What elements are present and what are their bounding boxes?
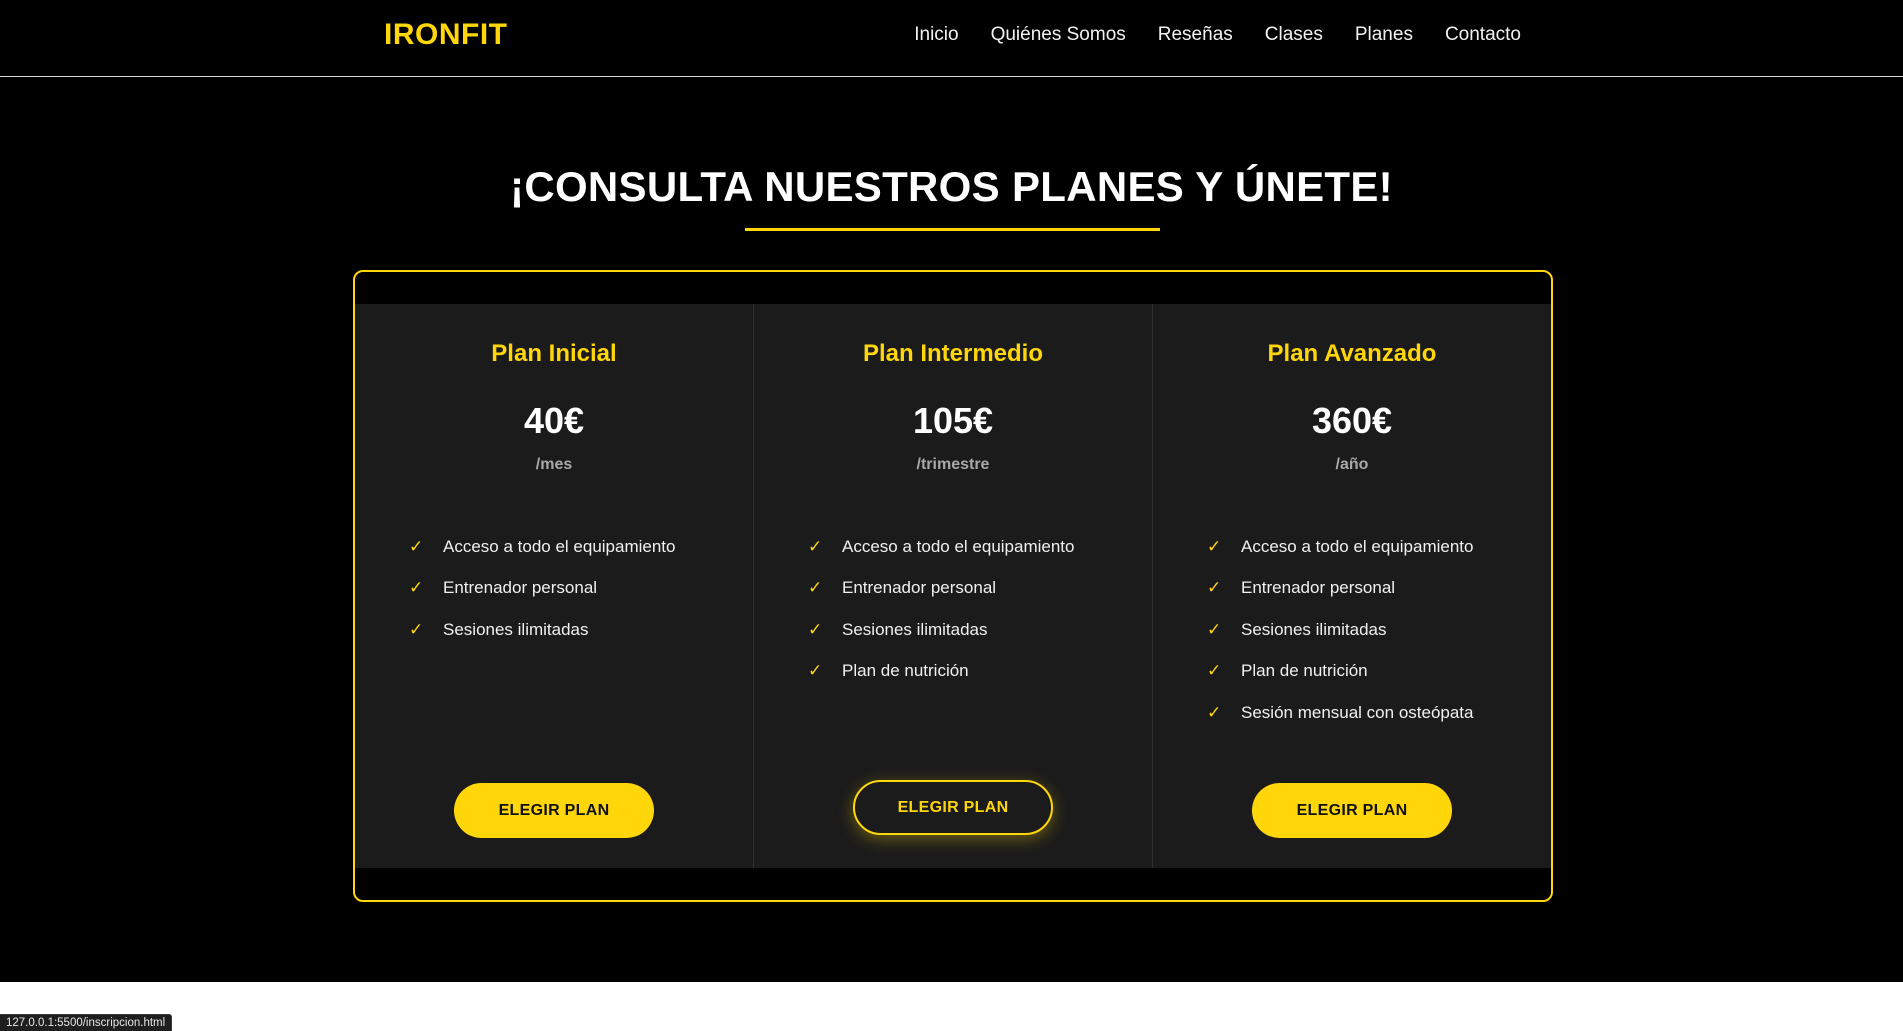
title-underline	[745, 228, 1160, 231]
feature-item: ✓ Entrenador personal	[1207, 568, 1474, 610]
feature-label: Sesiones ilimitadas	[842, 619, 988, 639]
feature-list: ✓ Acceso a todo el equipamiento ✓ Entrenad…	[1207, 526, 1474, 734]
feature-item: ✓ Plan de nutrición	[1207, 651, 1474, 693]
feature-item: ✓ Sesiones ilimitadas	[808, 609, 1075, 651]
feature-label: Acceso a todo el equipamiento	[443, 536, 676, 556]
feature-item: ✓ Acceso a todo el equipamiento	[808, 526, 1075, 568]
main-nav: Inicio Quiénes Somos Reseñas Clases Plan…	[914, 24, 1521, 46]
check-icon: ✓	[808, 619, 823, 639]
choose-plan-button[interactable]: ELEGIR PLAN	[853, 780, 1053, 835]
check-icon: ✓	[409, 619, 424, 639]
feature-label: Sesiones ilimitadas	[443, 619, 589, 639]
check-icon: ✓	[1207, 702, 1222, 722]
browser-status-url: 127.0.0.1:5500/inscripcion.html	[0, 1014, 173, 1031]
check-icon: ✓	[1207, 536, 1222, 556]
feature-label: Sesiones ilimitadas	[1241, 619, 1387, 639]
check-icon: ✓	[1207, 578, 1222, 598]
plan-period: /año	[1335, 456, 1369, 473]
feature-item: ✓ Sesiones ilimitadas	[409, 609, 676, 651]
check-icon: ✓	[1207, 619, 1222, 639]
plans-container: Plan Inicial 40€ /mes ✓ Acceso a todo el …	[353, 270, 1553, 902]
feature-item: ✓ Acceso a todo el equipamiento	[409, 526, 676, 568]
nav-item-clases[interactable]: Clases	[1265, 24, 1323, 46]
feature-item: ✓ Entrenador personal	[808, 568, 1075, 610]
plan-price: 360€	[1311, 400, 1393, 441]
check-icon: ✓	[1207, 661, 1222, 681]
feature-label: Plan de nutrición	[842, 661, 969, 681]
nav-item-planes[interactable]: Planes	[1355, 24, 1413, 46]
feature-label: Acceso a todo el equipamiento	[1241, 536, 1474, 556]
nav-item-inicio[interactable]: Inicio	[914, 24, 958, 46]
plan-period: /mes	[535, 456, 573, 473]
plan-name: Plan Inicial	[491, 340, 617, 367]
feature-list: ✓ Acceso a todo el equipamiento ✓ Entrenad…	[808, 526, 1075, 692]
plan-card-avanzado: Plan Avanzado 360€ /año ✓ Acceso a todo e…	[1152, 304, 1551, 868]
feature-label: Entrenador personal	[1241, 578, 1396, 598]
plan-price: 105€	[912, 400, 994, 441]
feature-label: Sesión mensual con osteópata	[1241, 702, 1474, 722]
feature-item: ✓ Entrenador personal	[409, 568, 676, 610]
plan-name: Plan Intermedio	[862, 340, 1044, 367]
feature-item: ✓ Acceso a todo el equipamiento	[1207, 526, 1474, 568]
feature-item: ✓ Sesiones ilimitadas	[1207, 609, 1474, 651]
feature-label: Entrenador personal	[443, 578, 598, 598]
check-icon: ✓	[808, 578, 823, 598]
nav-item-contacto[interactable]: Contacto	[1445, 24, 1521, 46]
feature-list: ✓ Acceso a todo el equipamiento ✓ Entrenad…	[409, 526, 676, 651]
section-title: ¡CONSULTA NUESTROS PLANES Y ÚNETE!	[510, 163, 1393, 210]
nav-item-quienes-somos[interactable]: Quiénes Somos	[991, 24, 1126, 46]
logo[interactable]: IRONFIT	[384, 18, 508, 52]
site-header: IRONFIT Inicio Quiénes Somos Reseñas Cla…	[0, 0, 1903, 77]
plan-card-intermedio: Plan Intermedio 105€ /trimestre ✓ Acceso …	[753, 304, 1152, 868]
plan-name: Plan Avanzado	[1267, 340, 1437, 367]
check-icon: ✓	[808, 536, 823, 556]
plan-card-inicial: Plan Inicial 40€ /mes ✓ Acceso a todo el …	[355, 304, 753, 868]
check-icon: ✓	[409, 578, 424, 598]
check-icon: ✓	[808, 661, 823, 681]
feature-label: Entrenador personal	[842, 578, 997, 598]
plan-period: /trimestre	[916, 456, 990, 473]
plan-price: 40€	[523, 400, 585, 441]
feature-item: ✓ Sesión mensual con osteópata	[1207, 692, 1474, 734]
check-icon: ✓	[409, 536, 424, 556]
feature-label: Plan de nutrición	[1241, 661, 1368, 681]
feature-label: Acceso a todo el equipamiento	[842, 536, 1075, 556]
feature-item: ✓ Plan de nutrición	[808, 651, 1075, 693]
nav-item-resenas[interactable]: Reseñas	[1158, 24, 1233, 46]
choose-plan-button[interactable]: ELEGIR PLAN	[1252, 783, 1452, 838]
plans-row: Plan Inicial 40€ /mes ✓ Acceso a todo el …	[355, 304, 1551, 868]
choose-plan-button[interactable]: ELEGIR PLAN	[454, 783, 654, 838]
